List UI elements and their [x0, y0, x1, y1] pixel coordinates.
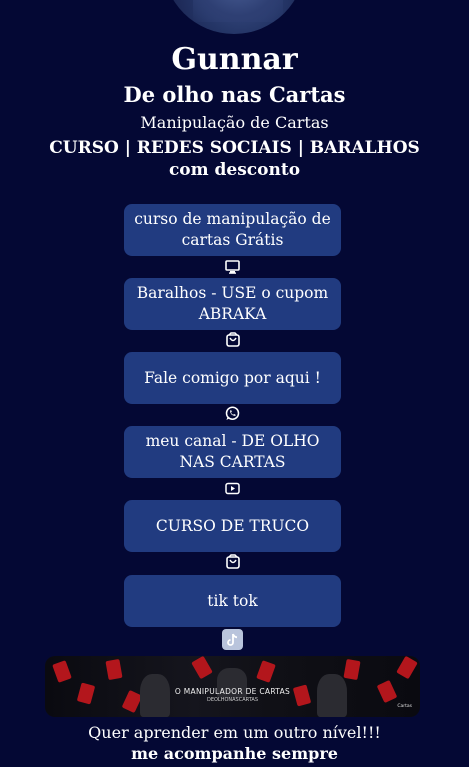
shopping-bag-icon: [224, 553, 241, 570]
profile-headline: CURSO | REDES SOCIAIS | BARALHOS com des…: [0, 137, 469, 181]
link-label: meu canal - DE OLHO NAS CARTAS: [145, 432, 320, 471]
profile-tagline: Manipulação de Cartas: [140, 113, 329, 132]
playing-card-graphic: [52, 660, 72, 683]
footer-line-2: me acompanhe sempre: [131, 744, 338, 763]
profile-subtitle: De olho nas Cartas: [123, 82, 346, 107]
tiktok-icon: [222, 629, 243, 650]
link-label: Baralhos - USE o cupom ABRAKA: [136, 284, 329, 323]
link-label: Fale comigo por aqui !: [144, 368, 321, 387]
playing-card-graphic: [396, 656, 418, 680]
headline-line-2: com desconto: [168, 160, 301, 180]
banner-subtitle: DEOLHONASCARTAS: [206, 697, 259, 703]
youtube-icon: [224, 480, 241, 497]
link-button-decks[interactable]: Baralhos - USE o cupom ABRAKA: [124, 278, 341, 330]
banner-title: O MANIPULADOR DE CARTAS: [174, 687, 291, 696]
link-button-free-course[interactable]: curso de manipulação de cartas Grátis: [124, 204, 341, 256]
playing-card-graphic: [191, 656, 213, 680]
shopping-bag-icon: [224, 331, 241, 348]
playing-card-graphic: [105, 658, 123, 681]
link-button-channel[interactable]: meu canal - DE OLHO NAS CARTAS: [124, 426, 341, 478]
profile-avatar: [163, 0, 305, 34]
link-button-truco-course[interactable]: CURSO DE TRUCO: [124, 500, 341, 552]
playing-card-graphic: [256, 660, 276, 683]
link-label: curso de manipulação de cartas Grátis: [134, 210, 331, 249]
profile-name: Gunnar: [171, 42, 298, 77]
link-button-tiktok[interactable]: tik tok: [124, 575, 341, 627]
monitor-icon: [224, 258, 241, 275]
link-button-contact[interactable]: Fale comigo por aqui !: [124, 352, 341, 404]
link-label: CURSO DE TRUCO: [155, 516, 310, 535]
playing-card-graphic: [343, 658, 361, 681]
course-banner[interactable]: O MANIPULADOR DE CARTAS DEOLHONASCARTAS …: [45, 656, 420, 717]
headline-line-1: CURSO | REDES SOCIAIS | BARALHOS: [49, 138, 420, 158]
whatsapp-icon: [224, 405, 241, 422]
link-label: tik tok: [207, 591, 258, 610]
footer-line-1: Quer aprender em um outro nível!!!: [88, 723, 381, 742]
banner-badge: Cartas: [397, 704, 412, 709]
